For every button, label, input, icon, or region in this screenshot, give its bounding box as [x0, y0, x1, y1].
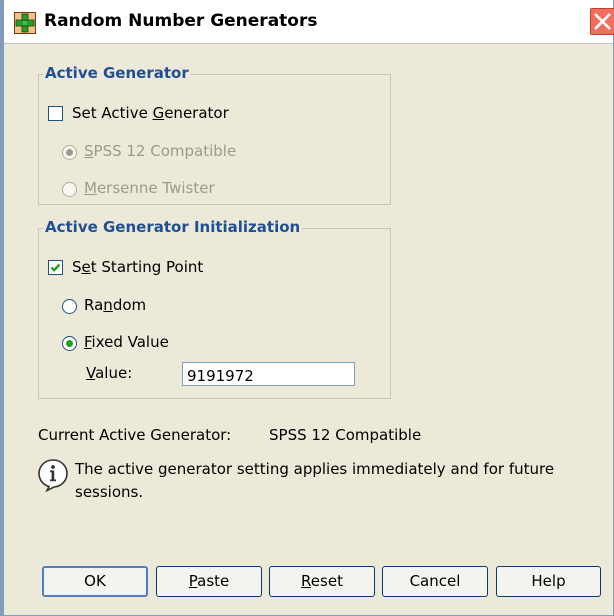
fixed-value-radio[interactable]: [62, 336, 77, 351]
ok-button[interactable]: OK: [42, 566, 148, 597]
initialization-legend: Active Generator Initialization: [43, 218, 303, 236]
active-generator-legend: Active Generator: [43, 64, 191, 82]
value-input[interactable]: [182, 362, 355, 386]
close-button[interactable]: [590, 8, 614, 35]
spss12-compatible-radio[interactable]: [62, 145, 77, 160]
current-generator-label: Current Active Generator:: [38, 426, 232, 444]
current-generator-value: SPSS 12 Compatible: [269, 426, 422, 444]
spss12-compatible-label[interactable]: SPSS 12 Compatible: [84, 142, 236, 160]
paste-button[interactable]: Paste: [156, 566, 262, 597]
set-starting-point-label[interactable]: Set Starting Point: [72, 258, 203, 276]
close-icon: [594, 13, 611, 30]
help-button[interactable]: Help: [496, 566, 601, 597]
random-label[interactable]: Random: [84, 296, 146, 314]
value-label: Value:: [86, 364, 133, 382]
set-active-generator-checkbox[interactable]: [48, 106, 63, 121]
fixed-value-label[interactable]: Fixed Value: [84, 333, 169, 351]
info-icon: [38, 459, 68, 492]
radio-selected-dot: [66, 149, 73, 156]
info-text-line1: The active generator setting applies imm…: [75, 460, 555, 478]
title-bar[interactable]: Random Number Generators: [4, 0, 614, 44]
mersenne-twister-radio[interactable]: [62, 182, 77, 197]
info-text-line2: sessions.: [75, 483, 144, 501]
reset-button[interactable]: Reset: [269, 566, 375, 597]
window-title: Random Number Generators: [44, 11, 318, 31]
dialog-window: Random Number Generators Active Generato…: [0, 0, 614, 616]
random-generator-app-icon: [14, 12, 36, 34]
set-active-generator-label[interactable]: Set Active Generator: [72, 104, 229, 122]
radio-selected-dot: [66, 340, 73, 347]
cancel-button[interactable]: Cancel: [382, 566, 488, 597]
checkmark-icon: [50, 263, 61, 272]
set-starting-point-checkbox[interactable]: [48, 260, 63, 275]
mersenne-twister-label[interactable]: Mersenne Twister: [84, 179, 215, 197]
random-radio[interactable]: [62, 299, 77, 314]
